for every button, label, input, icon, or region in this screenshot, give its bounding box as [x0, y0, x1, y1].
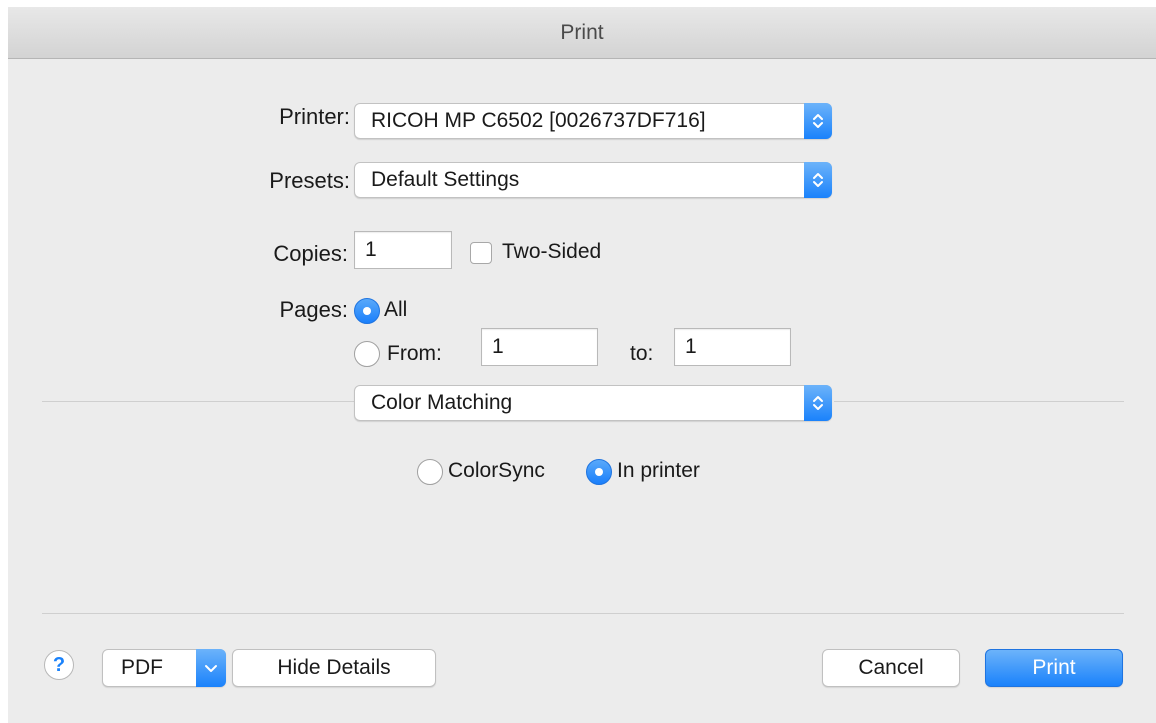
copies-label: Copies:: [273, 241, 348, 266]
presets-value: Default Settings: [371, 168, 520, 191]
presets-label: Presets:: [269, 168, 350, 193]
updown-chevron-icon: [804, 162, 832, 198]
section-divider-left: [42, 401, 354, 402]
pages-from-label: From:: [387, 342, 442, 365]
cancel-button[interactable]: Cancel: [822, 649, 960, 687]
chevron-down-icon[interactable]: [196, 649, 226, 687]
help-icon[interactable]: ?: [44, 650, 74, 680]
in-printer-radio[interactable]: [586, 459, 612, 485]
pages-label: Pages:: [279, 297, 349, 322]
in-printer-label: In printer: [617, 459, 700, 482]
print-button[interactable]: Print: [985, 649, 1123, 687]
pages-from-field[interactable]: 1: [481, 328, 598, 366]
printer-value: RICOH MP C6502 [0026737DF716]: [371, 109, 706, 132]
colorsync-label: ColorSync: [448, 459, 545, 482]
pages-all-radio[interactable]: [354, 298, 380, 324]
pages-all-label: All: [384, 298, 408, 321]
pages-to-value: 1: [685, 335, 697, 358]
colorsync-radio[interactable]: [417, 459, 443, 485]
section-popup[interactable]: Color Matching: [354, 385, 832, 421]
pdf-button[interactable]: PDF: [102, 649, 226, 687]
pages-to-label: to:: [630, 342, 654, 365]
two-sided-checkbox[interactable]: [470, 242, 492, 264]
pages-from-radio[interactable]: [354, 341, 380, 367]
section-popup-value: Color Matching: [371, 391, 513, 414]
pages-from-value: 1: [492, 335, 504, 358]
printer-popup[interactable]: RICOH MP C6502 [0026737DF716]: [354, 103, 832, 139]
footer-divider: [42, 613, 1124, 614]
pdf-label: PDF: [121, 656, 163, 679]
two-sided-label: Two-Sided: [502, 240, 602, 263]
hide-details-button[interactable]: Hide Details: [232, 649, 436, 687]
updown-chevron-icon: [804, 103, 832, 139]
printer-label: Printer:: [279, 104, 350, 129]
copies-value: 1: [365, 238, 377, 261]
window-title: Print: [8, 7, 1156, 59]
section-divider-right: [834, 401, 1124, 402]
presets-popup[interactable]: Default Settings: [354, 162, 832, 198]
copies-field[interactable]: 1: [354, 231, 452, 269]
pages-to-field[interactable]: 1: [674, 328, 791, 366]
print-dialog: Print Printer: RICOH MP C6502 [0026737DF…: [8, 7, 1156, 723]
updown-chevron-icon: [804, 385, 832, 421]
